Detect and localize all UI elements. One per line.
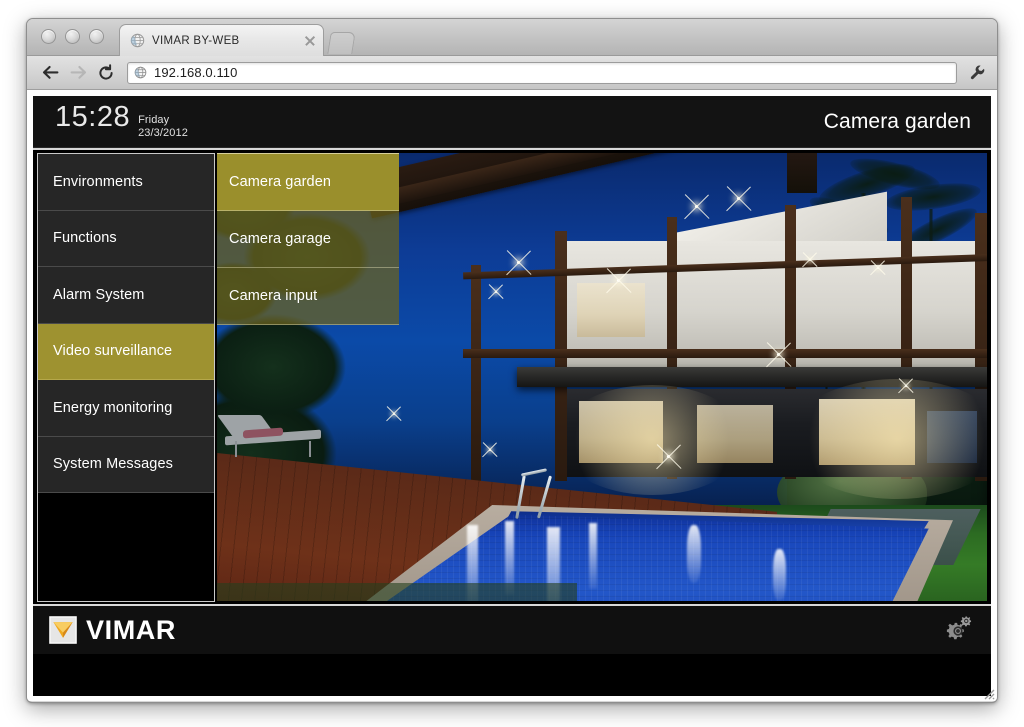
vimar-logo-icon bbox=[49, 616, 77, 644]
menu-item-label: Functions bbox=[53, 230, 117, 247]
clock-date: Friday 23/3/2012 bbox=[138, 114, 188, 139]
submenu-item-label: Camera garden bbox=[229, 174, 332, 190]
desktop-background: VIMAR BY-WEB 192.168.0.110 15:28 Friday … bbox=[0, 0, 1024, 727]
submenu-item-camera-input[interactable]: Camera input bbox=[217, 268, 399, 325]
reload-icon bbox=[99, 63, 113, 80]
globe-icon bbox=[130, 33, 145, 48]
menu-empty-area bbox=[38, 493, 214, 601]
brand-name: VIMAR bbox=[86, 614, 176, 645]
settings-button[interactable] bbox=[939, 615, 973, 645]
house bbox=[362, 153, 987, 499]
main-menu: Environments Functions Alarm System Vide… bbox=[37, 153, 215, 602]
light-flare bbox=[695, 205, 698, 208]
menu-item-label: Alarm System bbox=[53, 286, 145, 303]
url-text: 192.168.0.110 bbox=[154, 65, 238, 80]
wrench-icon bbox=[970, 65, 984, 80]
menu-item-functions[interactable]: Functions bbox=[38, 210, 214, 267]
menu-item-label: Energy monitoring bbox=[53, 399, 173, 416]
submenu-item-camera-garden[interactable]: Camera garden bbox=[217, 154, 399, 211]
light-flare bbox=[393, 413, 395, 415]
clock-weekday: Friday bbox=[138, 114, 170, 127]
menu-item-label: Video surveillance bbox=[53, 343, 173, 360]
browser-toolbar: 192.168.0.110 bbox=[27, 56, 997, 90]
submenu-item-label: Camera input bbox=[229, 288, 318, 304]
browser-tab[interactable]: VIMAR BY-WEB bbox=[119, 24, 324, 56]
page-viewport: 15:28 Friday 23/3/2012 Camera garden Env… bbox=[27, 90, 997, 701]
pool-ladder bbox=[515, 468, 563, 519]
light-flare bbox=[777, 353, 780, 356]
gears-icon bbox=[946, 616, 972, 640]
close-icon[interactable] bbox=[303, 34, 317, 48]
page-title: Camera garden bbox=[823, 109, 971, 133]
browser-tab-title: VIMAR BY-WEB bbox=[152, 34, 240, 47]
submenu-item-camera-garage[interactable]: Camera garage bbox=[217, 211, 399, 268]
menu-item-alarm-system[interactable]: Alarm System bbox=[38, 267, 214, 324]
light-flare bbox=[489, 449, 491, 451]
menu-item-label: Environments bbox=[53, 173, 143, 190]
vimar-by-web-app: 15:28 Friday 23/3/2012 Camera garden Env… bbox=[33, 96, 991, 696]
light-flare bbox=[617, 279, 620, 282]
forward-arrow-icon bbox=[70, 65, 86, 79]
light-flare bbox=[737, 197, 740, 200]
light-flare bbox=[905, 385, 907, 387]
minimize-button[interactable] bbox=[65, 29, 80, 44]
submenu: Camera garden Camera garage Camera input bbox=[217, 153, 399, 325]
clock-date-string: 23/3/2012 bbox=[138, 126, 188, 139]
back-arrow-icon bbox=[42, 65, 58, 79]
clock: 15:28 Friday 23/3/2012 bbox=[55, 101, 188, 142]
light-flare bbox=[517, 261, 520, 264]
close-button[interactable] bbox=[41, 29, 56, 44]
forward-button[interactable] bbox=[65, 60, 91, 86]
brand: VIMAR bbox=[49, 615, 176, 646]
address-bar[interactable]: 192.168.0.110 bbox=[127, 61, 957, 84]
light-flare bbox=[877, 267, 879, 269]
zoom-button[interactable] bbox=[89, 29, 104, 44]
menu-item-energy-monitoring[interactable]: Energy monitoring bbox=[38, 380, 214, 437]
window-controls bbox=[41, 29, 104, 44]
app-header: 15:28 Friday 23/3/2012 Camera garden bbox=[33, 96, 991, 148]
light-flare bbox=[495, 291, 497, 293]
clock-time: 15:28 bbox=[55, 101, 131, 134]
menu-item-system-messages[interactable]: System Messages bbox=[38, 436, 214, 493]
back-button[interactable] bbox=[37, 60, 63, 86]
globe-icon bbox=[134, 66, 147, 79]
reload-button[interactable] bbox=[93, 60, 119, 86]
new-tab-icon[interactable] bbox=[327, 32, 356, 54]
menu-item-video-surveillance[interactable]: Video surveillance bbox=[38, 323, 214, 380]
app-body: Environments Functions Alarm System Vide… bbox=[33, 148, 991, 604]
browser-menu-button[interactable] bbox=[965, 61, 989, 85]
browser-tab-strip: VIMAR BY-WEB bbox=[27, 19, 997, 56]
browser-window: VIMAR BY-WEB 192.168.0.110 15:28 Friday … bbox=[26, 18, 998, 703]
menu-item-environments[interactable]: Environments bbox=[38, 154, 214, 211]
app-footer: VIMAR bbox=[33, 604, 991, 654]
menu-item-label: System Messages bbox=[53, 456, 173, 473]
lounge-chair bbox=[217, 415, 325, 457]
lawn-foreground bbox=[217, 583, 577, 601]
resize-grip[interactable] bbox=[979, 684, 995, 700]
light-flare bbox=[667, 455, 670, 458]
light-flare bbox=[809, 259, 811, 261]
submenu-item-label: Camera garage bbox=[229, 231, 332, 247]
